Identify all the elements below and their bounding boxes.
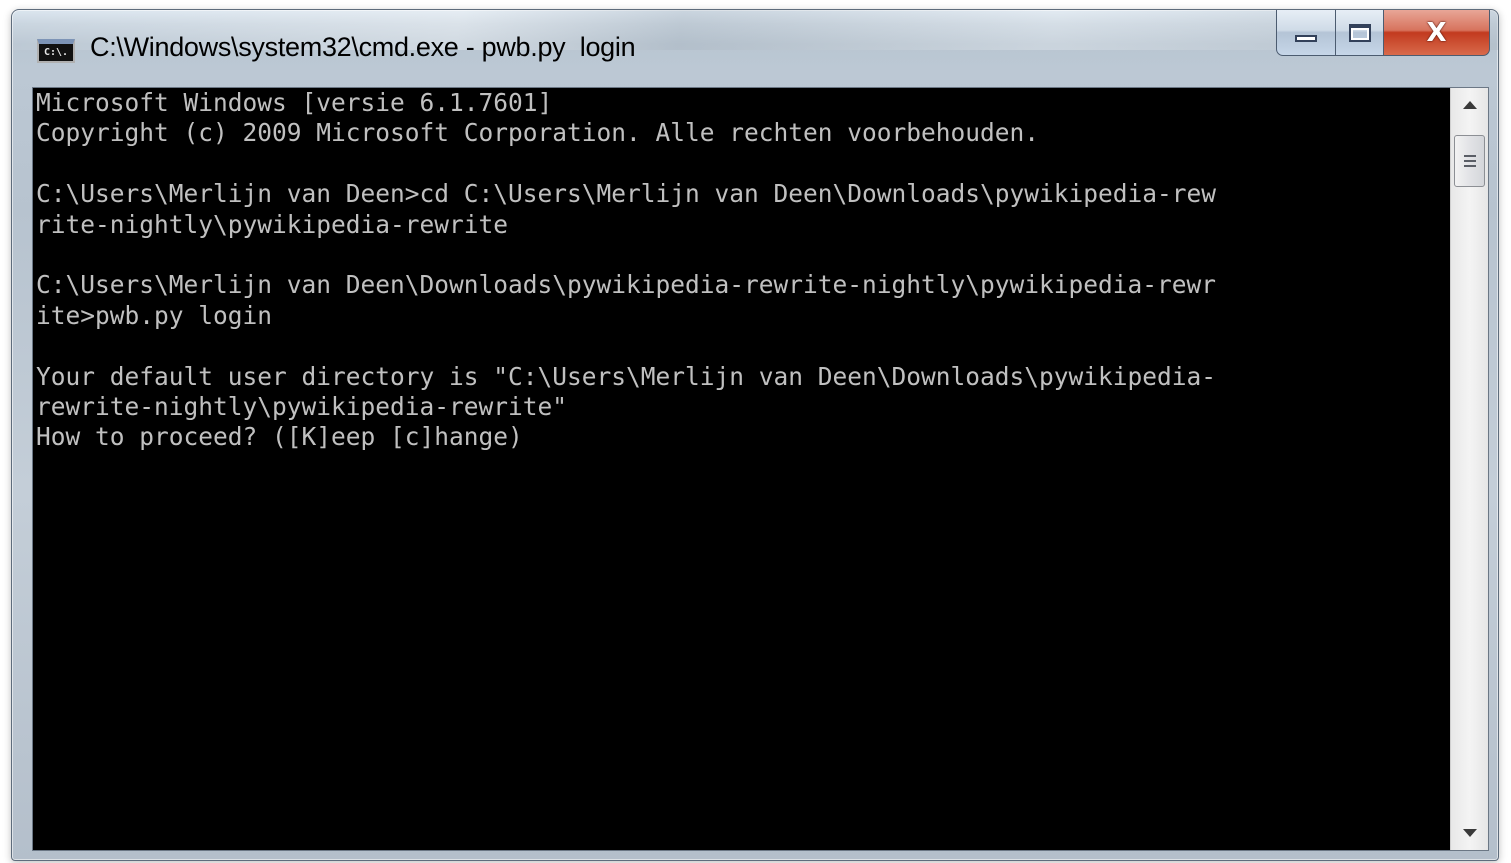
console-line: Your default user directory is "C:\Users… <box>36 361 1217 391</box>
cmd-app-icon[interactable]: C:\. <box>37 39 75 63</box>
arrow-down-icon <box>1462 829 1477 837</box>
cmd-window: C:\. C:\Windows\system32\cmd.exe - pwb.p… <box>11 9 1499 861</box>
minimize-button[interactable] <box>1276 10 1336 56</box>
console-line: How to proceed? ([K]eep [c]hange) <box>36 422 523 452</box>
caption-buttons: X <box>1276 10 1490 58</box>
console-line: Copyright (c) 2009 Microsoft Corporation… <box>36 118 1040 148</box>
maximize-button[interactable] <box>1336 10 1384 56</box>
console-line: rite-nightly\pywikipedia-rewrite <box>36 209 509 239</box>
title-bar[interactable]: C:\. C:\Windows\system32\cmd.exe - pwb.p… <box>12 10 1498 86</box>
console-line: C:\Users\Merlijn van Deen>cd C:\Users\Me… <box>36 179 1217 209</box>
close-icon: X <box>1426 17 1447 48</box>
console-line: rewrite-nightly\pywikipedia-rewrite" <box>36 391 568 421</box>
scroll-up-button[interactable] <box>1451 88 1488 122</box>
maximize-icon <box>1348 23 1371 42</box>
window-title: C:\Windows\system32\cmd.exe - pwb.py log… <box>90 32 636 62</box>
minimize-icon <box>1295 35 1317 42</box>
console-line: ite>pwb.py login <box>36 300 273 330</box>
console-client-area: Microsoft Windows [versie 6.1.7601] Copyr… <box>32 87 1489 851</box>
arrow-up-icon <box>1462 101 1477 109</box>
console-line: C:\Users\Merlijn van Deen\Downloads\pywi… <box>36 270 1217 300</box>
console-line: Microsoft Windows [versie 6.1.7601] <box>36 88 553 117</box>
close-button[interactable]: X <box>1384 10 1490 56</box>
vertical-scrollbar[interactable] <box>1450 88 1488 850</box>
console-output[interactable]: Microsoft Windows [versie 6.1.7601] Copyr… <box>33 88 1450 850</box>
scroll-thumb[interactable] <box>1454 135 1485 187</box>
grip-icon <box>1463 154 1476 168</box>
scroll-down-button[interactable] <box>1451 816 1488 850</box>
